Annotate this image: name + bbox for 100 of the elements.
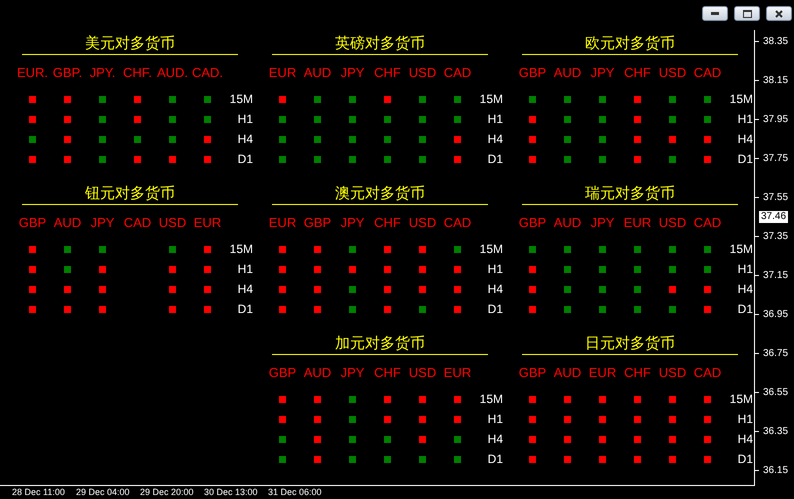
time-label: 28 Dec 11:00: [12, 486, 66, 499]
panel-title: 美元对多货币: [22, 35, 238, 55]
panel-title: 瑞元对多货币: [522, 185, 738, 205]
timeframe-label: H1: [236, 261, 253, 278]
currency-label: EUR: [622, 215, 652, 232]
currency-label: USD: [408, 65, 438, 82]
currency-label: JPY: [90, 215, 116, 232]
currency-label: USD: [658, 365, 688, 382]
currency-label: CAD: [692, 365, 722, 382]
panel-title: 钮元对多货币: [22, 185, 238, 205]
timeframe-label: 15M: [728, 241, 753, 258]
timeframe-label: D1: [736, 451, 753, 468]
currency-label: AUD: [552, 365, 582, 382]
timeframe-label: 15M: [478, 391, 503, 408]
currency-label: CAD: [442, 65, 472, 82]
timeframe-label: H1: [486, 411, 503, 428]
price-label: 36.55: [763, 386, 788, 398]
timeframe-label: D1: [236, 301, 253, 318]
currency-label: JPY: [340, 65, 366, 82]
currency-label: EUR.: [16, 65, 50, 82]
timeframe-label: D1: [486, 451, 503, 468]
price-label: 36.15: [763, 464, 788, 476]
minimize-icon: [711, 12, 719, 15]
currency-label: GBP: [302, 215, 332, 232]
currency-label: AUD: [302, 65, 332, 82]
currency-label: CHF: [373, 365, 402, 382]
currency-label: JPY: [340, 365, 366, 382]
currency-label: GBP: [518, 365, 548, 382]
time-label: 31 Dec 06:00: [268, 486, 322, 499]
currency-label: GBP: [518, 215, 548, 232]
panel-title: 英磅对多货币: [272, 35, 488, 55]
currency-label: USD: [658, 215, 688, 232]
timeframe-label: H1: [736, 111, 753, 128]
close-icon: [775, 10, 783, 18]
currency-label: EUR: [192, 215, 222, 232]
timeframe-label: H4: [736, 281, 753, 298]
maximize-button[interactable]: [734, 6, 760, 21]
timeframe-label: 15M: [728, 391, 753, 408]
close-button[interactable]: [766, 6, 792, 21]
currency-label: AUD: [52, 215, 82, 232]
price-label: 37.95: [763, 114, 788, 126]
price-label: 37.55: [763, 192, 788, 204]
currency-label: CAD: [692, 65, 722, 82]
timeframe-label: H4: [486, 131, 503, 148]
currency-label: USD: [158, 215, 188, 232]
currency-label: GBP: [18, 215, 48, 232]
timeframe-label: 15M: [228, 241, 253, 258]
timeframe-label: 15M: [228, 91, 253, 108]
currency-label: EUR: [442, 365, 472, 382]
price-label: 37.35: [763, 230, 788, 242]
timeframe-label: D1: [236, 151, 253, 168]
timeframe-label: D1: [486, 301, 503, 318]
timeframe-label: H4: [236, 131, 253, 148]
currency-label: GBP.: [52, 65, 84, 82]
price-label: 37.75: [763, 152, 788, 164]
currency-label: CAD.: [190, 65, 224, 82]
currency-label: JPY: [590, 215, 616, 232]
timeframe-label: H1: [736, 411, 753, 428]
currency-label: CAD: [692, 215, 722, 232]
timeframe-label: H1: [486, 261, 503, 278]
price-label: 38.15: [763, 74, 788, 86]
currency-label: JPY.: [88, 65, 116, 82]
timeframe-label: H4: [736, 431, 753, 448]
currency-label: AUD.: [156, 65, 190, 82]
currency-label: EUR: [268, 215, 298, 232]
timeframe-label: 15M: [478, 91, 503, 108]
timeframe-label: 15M: [728, 91, 753, 108]
time-label: 29 Dec 20:00: [140, 486, 194, 499]
timeframe-label: D1: [736, 151, 753, 168]
currency-label: GBP: [518, 65, 548, 82]
panel-title: 欧元对多货币: [522, 35, 738, 55]
currency-label: AUD: [302, 365, 332, 382]
currency-label: USD: [658, 65, 688, 82]
time-label: 29 Dec 04:00: [76, 486, 130, 499]
timeframe-label: H1: [236, 111, 253, 128]
timeframe-label: H4: [486, 431, 503, 448]
currency-label: AUD: [552, 65, 582, 82]
timeframe-label: H4: [486, 281, 503, 298]
minimize-button[interactable]: [702, 6, 728, 21]
price-label: 38.35: [763, 36, 788, 48]
currency-label: CAD: [442, 215, 472, 232]
currency-label: CHF.: [122, 65, 153, 82]
price-label: 37.15: [763, 270, 788, 282]
timeframe-label: H1: [486, 111, 503, 128]
currency-label: CHF: [373, 215, 402, 232]
timeframe-label: H1: [736, 261, 753, 278]
panel-title: 澳元对多货币: [272, 185, 488, 205]
currency-label: JPY: [340, 215, 366, 232]
price-label: 36.35: [763, 426, 788, 438]
timeframe-label: 15M: [478, 241, 503, 258]
currency-label: EUR: [268, 65, 298, 82]
price-label: 36.75: [763, 348, 788, 360]
currency-label: JPY: [590, 65, 616, 82]
currency-label: CAD: [122, 215, 152, 232]
currency-label: CHF: [623, 65, 652, 82]
currency-label: AUD: [552, 215, 582, 232]
timeframe-label: D1: [736, 301, 753, 318]
panel-title: 日元对多货币: [522, 335, 738, 355]
timeframe-label: H4: [236, 281, 253, 298]
currency-label: EUR: [588, 365, 618, 382]
